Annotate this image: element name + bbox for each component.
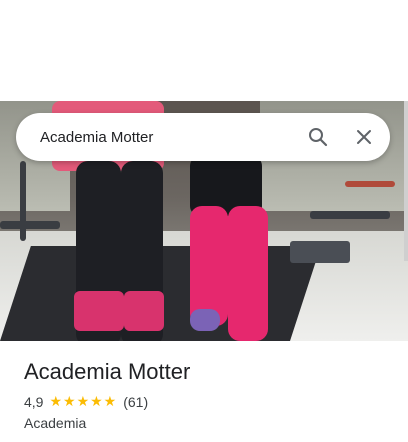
rating-value: 4,9 xyxy=(24,394,44,410)
scrollbar[interactable] xyxy=(404,101,408,261)
search-icon xyxy=(309,128,328,147)
bench xyxy=(310,211,390,219)
place-info-panel: Academia Motter 4,9 ★★★★★ (61) Academia xyxy=(0,341,408,442)
search-bar[interactable]: Academia Motter xyxy=(16,113,390,161)
bench xyxy=(0,221,60,229)
close-icon xyxy=(357,130,371,144)
star-rating-icon: ★★★★★ xyxy=(49,394,118,410)
clear-search-button[interactable] xyxy=(344,117,384,157)
map-blank-area xyxy=(0,0,408,101)
place-category: Academia xyxy=(24,415,87,431)
barbell xyxy=(345,181,395,187)
weight-plate xyxy=(290,241,350,263)
rack xyxy=(20,161,26,241)
search-button[interactable] xyxy=(298,117,338,157)
rating-row[interactable]: 4,9 ★★★★★ (61) xyxy=(24,394,148,410)
review-count[interactable]: (61) xyxy=(123,394,148,410)
search-input[interactable]: Academia Motter xyxy=(16,129,298,146)
place-title: Academia Motter xyxy=(24,359,191,384)
